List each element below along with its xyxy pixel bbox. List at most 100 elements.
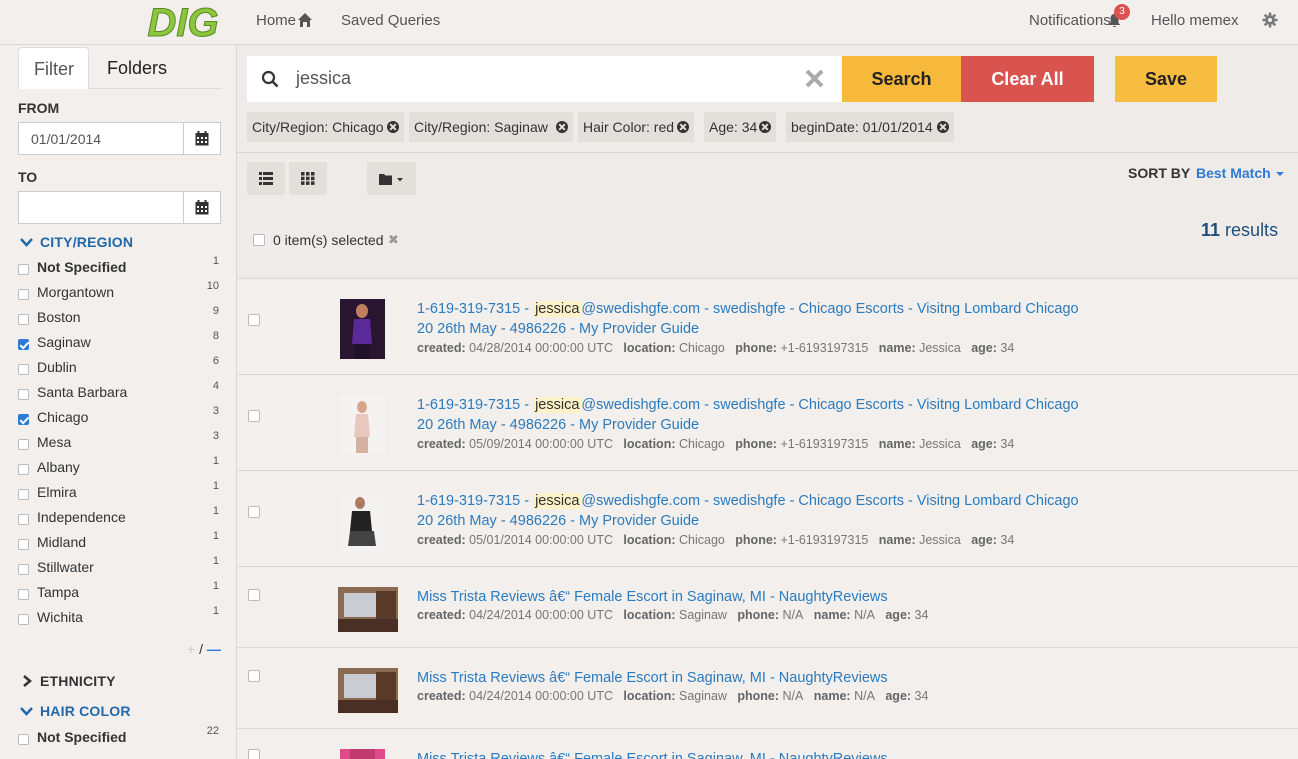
sort-dropdown[interactable]: Best Match [1196, 165, 1271, 181]
from-date-value[interactable]: 01/01/2014 [31, 131, 101, 147]
result-title-text[interactable]: 1-619-319-7315 - [417, 397, 533, 413]
facet-checkbox[interactable] [18, 514, 29, 525]
user-greeting[interactable]: Hello memex [1151, 12, 1239, 29]
save-button[interactable]: Save [1115, 56, 1217, 102]
result-title-link[interactable]: 1-619-319-7315 - jessica @swedishgfe.com … [417, 491, 1097, 531]
result-title-link[interactable]: 1-619-319-7315 - jessica @swedishgfe.com … [417, 299, 1097, 339]
city-facet-item[interactable]: Midland 1 [18, 530, 221, 559]
city-facet-item[interactable]: Saginaw 8 [18, 330, 221, 359]
result-title-text[interactable]: 1-619-319-7315 - [417, 493, 533, 509]
facet-checkbox[interactable] [18, 439, 29, 450]
facet-checkbox[interactable] [18, 464, 29, 475]
meta-label-age: age: [971, 437, 997, 451]
city-facet-item[interactable]: Elmira 1 [18, 480, 221, 509]
clear-all-button[interactable]: Clear All [961, 56, 1094, 102]
filter-chip[interactable]: City/Region: Chicago [247, 112, 404, 142]
filter-chip[interactable]: Hair Color: red [578, 112, 694, 142]
city-facet-item[interactable]: Wichita 1 [18, 605, 221, 634]
result-thumbnail[interactable] [340, 299, 385, 359]
from-calendar-button[interactable] [183, 123, 220, 154]
city-facet-item[interactable]: Mesa 3 [18, 430, 221, 459]
facet-checkbox[interactable] [18, 589, 29, 600]
city-facet-item[interactable]: Tampa 1 [18, 580, 221, 609]
result-title-link[interactable]: 1-619-319-7315 - jessica @swedishgfe.com … [417, 395, 1097, 435]
city-facet-item[interactable]: Dublin 6 [18, 355, 221, 384]
result-title-text[interactable]: Miss Trista Reviews â€“ Female Escort in… [417, 670, 888, 686]
filter-chip[interactable]: beginDate: 01/01/2014 [786, 112, 954, 142]
facet-checkbox[interactable] [18, 489, 29, 500]
caret-down-icon[interactable] [1276, 172, 1284, 176]
nav-notifications-link[interactable]: Notifications [1029, 12, 1111, 29]
facet-checkbox[interactable] [18, 364, 29, 375]
facet-checkbox[interactable] [18, 264, 29, 275]
remove-chip-icon[interactable] [677, 121, 689, 133]
facet-checkbox[interactable] [18, 414, 29, 425]
grid-view-button[interactable] [289, 162, 327, 195]
clear-search-icon[interactable] [805, 69, 824, 88]
minus-icon[interactable]: — [207, 641, 221, 657]
clear-selection-icon[interactable]: ✖ [388, 232, 399, 248]
result-thumbnail[interactable] [340, 749, 385, 759]
plus-icon[interactable]: + [187, 641, 195, 657]
result-title-link[interactable]: Miss Trista Reviews â€“ Female Escort in… [417, 587, 1097, 607]
city-facet-item[interactable]: Santa Barbara 4 [18, 380, 221, 409]
folder-dropdown-button[interactable] [367, 162, 416, 195]
result-title-text[interactable]: Miss Trista Reviews â€“ Female Escort in… [417, 751, 888, 759]
remove-chip-icon[interactable] [937, 121, 949, 133]
facet-checkbox[interactable] [18, 539, 29, 550]
city-facet-item[interactable]: Chicago 3 [18, 405, 221, 434]
hair-facet-item[interactable]: Not Specified 22 [18, 725, 221, 754]
result-thumbnail[interactable] [340, 491, 385, 551]
result-thumbnail[interactable] [340, 395, 385, 455]
city-facet-item[interactable]: Not Specified 1 [18, 255, 221, 284]
select-all-checkbox[interactable] [253, 234, 265, 246]
result-checkbox[interactable] [248, 749, 260, 759]
result-thumbnail[interactable] [338, 668, 398, 713]
remove-chip-icon[interactable] [759, 121, 771, 133]
from-date-field[interactable]: 01/01/2014 [18, 122, 221, 155]
city-facet-item[interactable]: Morgantown 10 [18, 280, 221, 309]
hair-color-section-toggle[interactable]: HAIR COLOR [20, 703, 131, 719]
nav-home-link[interactable]: Home [256, 12, 296, 29]
expand-collapse-toggle[interactable]: + / — [187, 641, 221, 657]
result-checkbox[interactable] [248, 410, 260, 422]
ethnicity-section-toggle[interactable]: ETHNICITY [20, 673, 116, 689]
facet-checkbox[interactable] [18, 339, 29, 350]
result-thumbnail[interactable] [338, 587, 398, 632]
city-region-section-toggle[interactable]: CITY/REGION [20, 234, 133, 250]
search-button[interactable]: Search [842, 56, 961, 102]
result-checkbox[interactable] [248, 506, 260, 518]
facet-checkbox[interactable] [18, 564, 29, 575]
meta-value-name: N/A [854, 608, 875, 622]
result-checkbox[interactable] [248, 670, 260, 682]
city-facet-item[interactable]: Stillwater 1 [18, 555, 221, 584]
city-facet-item[interactable]: Albany 1 [18, 455, 221, 484]
tab-filter[interactable]: Filter [18, 47, 89, 89]
result-title-text[interactable]: Miss Trista Reviews â€“ Female Escort in… [417, 589, 888, 605]
search-bar[interactable]: jessica [247, 56, 842, 102]
facet-checkbox[interactable] [18, 389, 29, 400]
to-date-field[interactable] [18, 191, 221, 224]
filter-chip[interactable]: Age: 34 [704, 112, 776, 142]
facet-checkbox[interactable] [18, 734, 29, 745]
facet-checkbox[interactable] [18, 314, 29, 325]
search-input[interactable]: jessica [296, 68, 351, 89]
result-title-link[interactable]: Miss Trista Reviews â€“ Female Escort in… [417, 668, 1097, 688]
dig-logo[interactable]: DIG [138, 1, 228, 46]
filter-chip[interactable]: City/Region: Saginaw [409, 112, 573, 142]
list-view-button[interactable] [247, 162, 285, 195]
result-title-text[interactable]: 1-619-319-7315 - [417, 301, 533, 317]
result-title-link[interactable]: Miss Trista Reviews â€“ Female Escort in… [417, 749, 1097, 759]
remove-chip-icon[interactable] [556, 121, 568, 133]
city-facet-item[interactable]: Boston 9 [18, 305, 221, 334]
facet-checkbox[interactable] [18, 614, 29, 625]
to-calendar-button[interactable] [183, 192, 220, 223]
gear-icon[interactable] [1262, 12, 1278, 28]
facet-checkbox[interactable] [18, 289, 29, 300]
nav-saved-queries-link[interactable]: Saved Queries [341, 12, 440, 29]
result-checkbox[interactable] [248, 589, 260, 601]
result-checkbox[interactable] [248, 314, 260, 326]
remove-chip-icon[interactable] [387, 121, 399, 133]
city-facet-item[interactable]: Independence 1 [18, 505, 221, 534]
tab-folders[interactable]: Folders [92, 47, 182, 89]
